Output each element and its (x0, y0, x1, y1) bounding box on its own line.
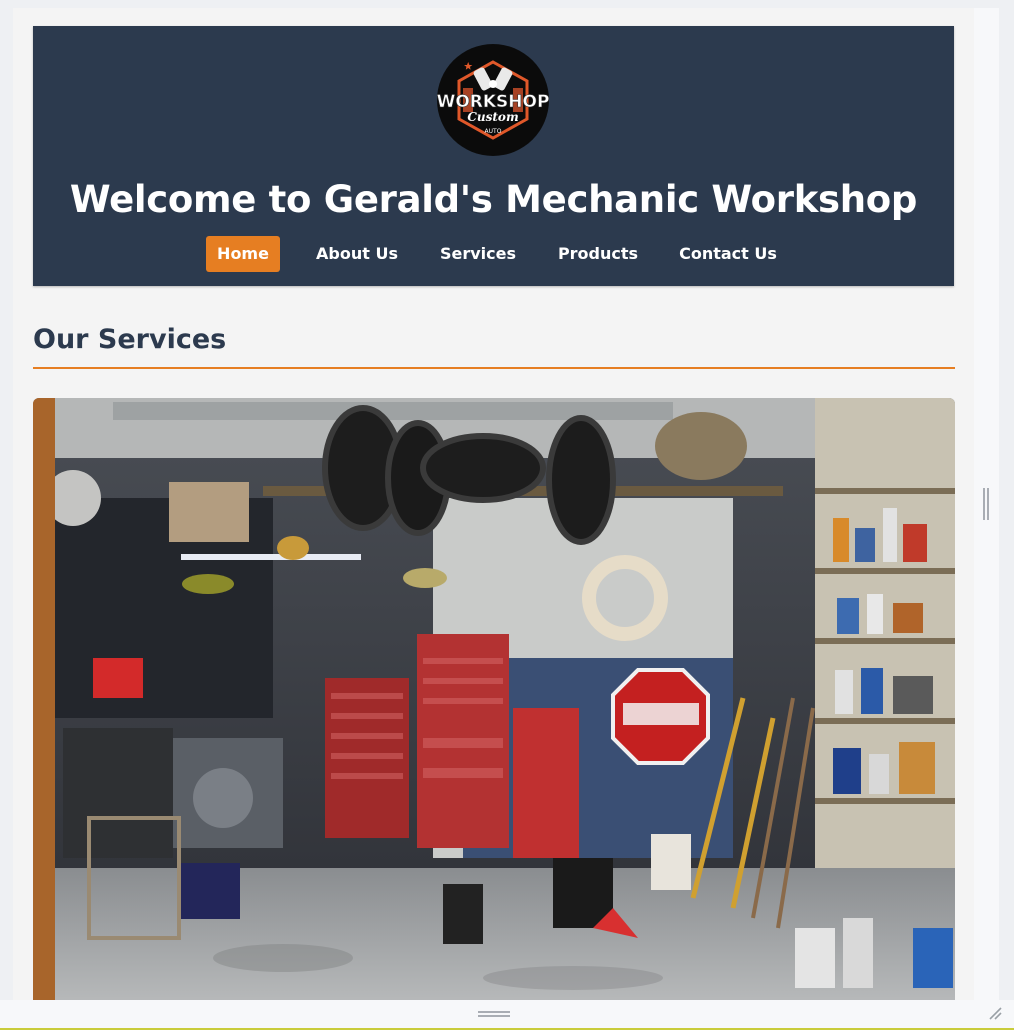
garage-workshop-photo (33, 398, 955, 1000)
site-header: WORKSHOP Custom AUTO Welcome to Gerald's… (33, 26, 954, 286)
section-title: Our Services (33, 324, 227, 355)
main-nav: Home About Us Services Products Contact … (33, 236, 954, 272)
resize-grip-icon[interactable] (478, 1011, 510, 1017)
scroll-grip-icon[interactable] (983, 488, 989, 520)
nav-products[interactable]: Products (553, 236, 643, 272)
workshop-logo[interactable]: WORKSHOP Custom AUTO (437, 44, 549, 156)
page-frame: WORKSHOP Custom AUTO Welcome to Gerald's… (13, 8, 974, 1000)
section-divider (33, 367, 955, 369)
nav-contact-us[interactable]: Contact Us (673, 236, 783, 272)
svg-text:WORKSHOP: WORKSHOP (437, 92, 549, 112)
svg-text:Custom: Custom (467, 110, 518, 124)
site-title: Welcome to Gerald's Mechanic Workshop (69, 178, 918, 221)
nav-about-us[interactable]: About Us (311, 236, 403, 272)
resize-corner-icon[interactable] (988, 1006, 1002, 1020)
nav-home[interactable]: Home (206, 236, 280, 272)
nav-services[interactable]: Services (433, 236, 523, 272)
svg-text:AUTO: AUTO (485, 128, 502, 135)
bottom-resize-bar[interactable] (0, 1000, 1014, 1030)
